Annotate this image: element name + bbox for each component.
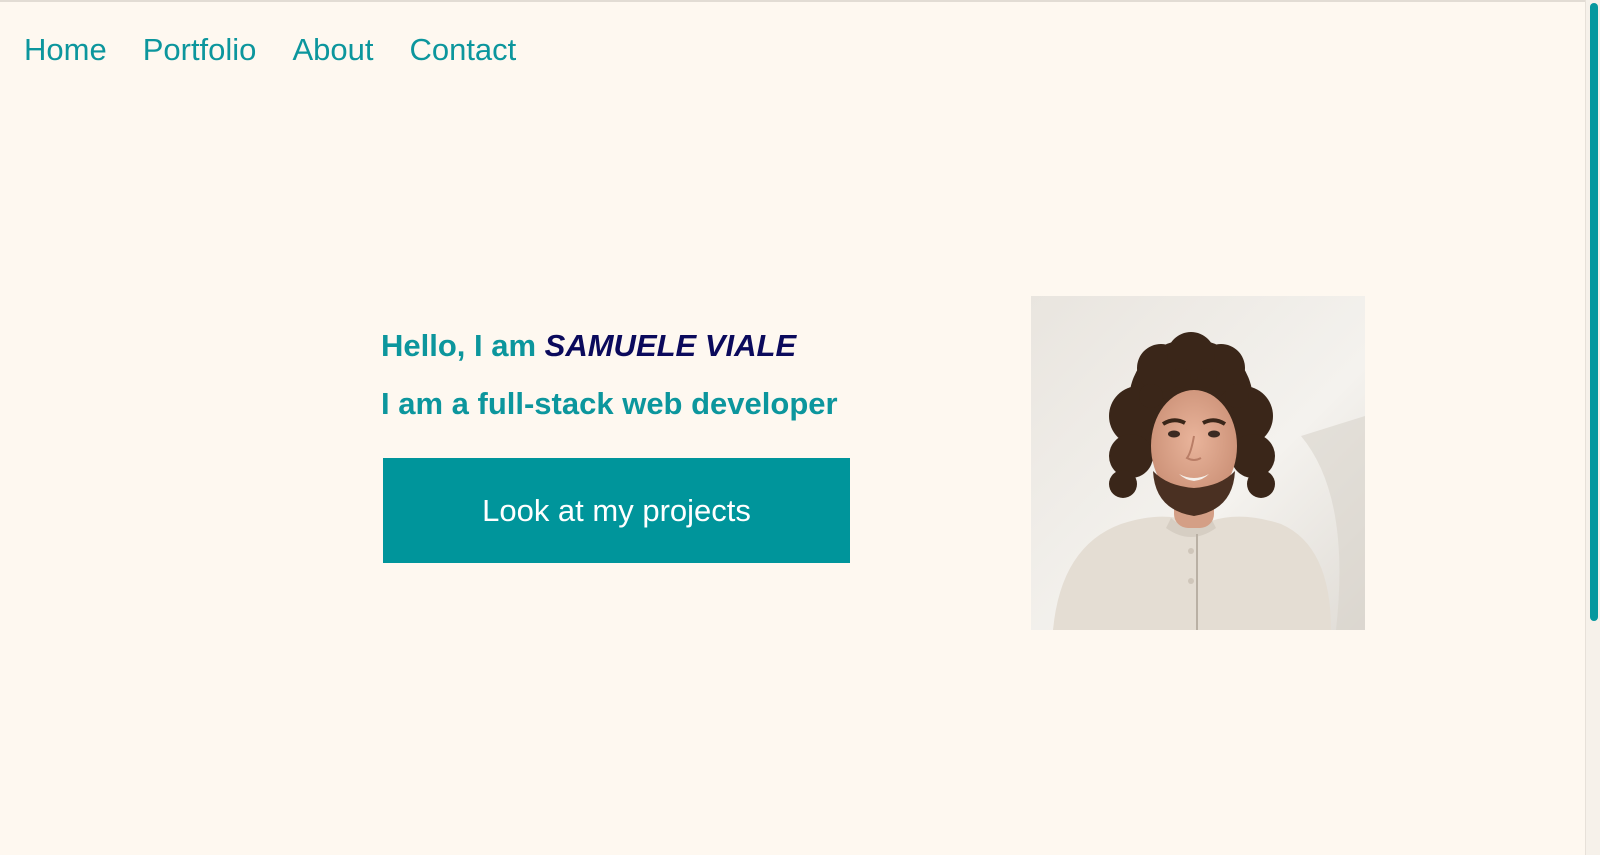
- nav-link-about[interactable]: About: [292, 28, 373, 72]
- scrollbar-thumb[interactable]: [1590, 3, 1598, 621]
- hero-text: Hello, I am SAMUELE VIALE I am a full-st…: [381, 324, 838, 426]
- window-top-border: [0, 0, 1600, 2]
- profile-photo-image: [1031, 296, 1365, 630]
- nav-link-contact[interactable]: Contact: [409, 28, 516, 72]
- hero-greeting: Hello, I am SAMUELE VIALE: [381, 324, 838, 368]
- nav-link-home[interactable]: Home: [24, 28, 107, 72]
- profile-photo: [1031, 296, 1365, 630]
- vertical-scrollbar[interactable]: [1585, 0, 1600, 855]
- hero-role: I am a full-stack web developer: [381, 386, 838, 421]
- developer-name: SAMUELE VIALE: [544, 328, 797, 363]
- nav-link-portfolio[interactable]: Portfolio: [143, 28, 257, 72]
- main-navigation: Home Portfolio About Contact: [24, 28, 516, 72]
- look-at-projects-button[interactable]: Look at my projects: [383, 458, 850, 563]
- greeting-prefix: Hello, I am: [381, 328, 545, 363]
